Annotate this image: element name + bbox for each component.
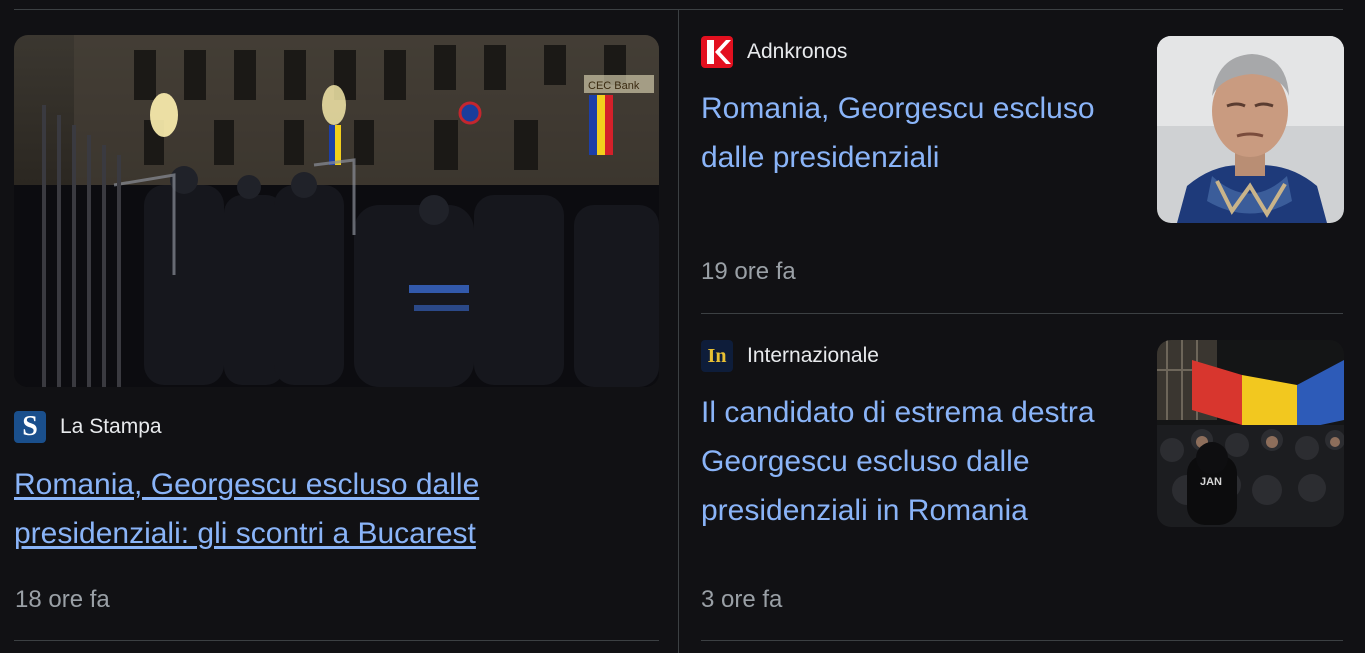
svg-text:CEC Bank: CEC Bank [588,80,640,92]
source-name: Adnkronos [747,40,848,63]
article-thumbnail-protest[interactable]: JAN [1157,340,1344,527]
article-thumbnail-portrait[interactable] [1157,36,1344,223]
headline-link[interactable]: Romania, Georgescu escluso dalle preside… [701,84,1141,182]
lastampa-logo-icon: S [14,411,46,443]
headline-link[interactable]: Il candidato di estrema destra Georgescu… [701,388,1141,535]
source-name: La Stampa [60,415,162,438]
timestamp: 18 ore fa [15,586,110,613]
headline-link[interactable]: Romania, Georgescu escluso dalle preside… [14,460,614,558]
card-divider [701,313,1343,314]
source-internazionale: In Internazionale [701,340,879,372]
source-lastampa: S La Stampa [14,411,162,443]
source-adnkronos: Adnkronos [701,36,847,68]
svg-text:JAN: JAN [1200,476,1222,488]
internazionale-logo-icon: In [701,340,733,372]
column-divider [678,10,679,653]
timestamp: 19 ore fa [701,258,796,285]
source-name: Internazionale [747,344,879,367]
card-divider [701,640,1343,641]
article-image-police-protest[interactable]: CEC Bank [14,35,659,387]
adnkronos-logo-icon [701,36,733,68]
timestamp: 3 ore fa [701,586,783,613]
card-divider [14,640,659,641]
